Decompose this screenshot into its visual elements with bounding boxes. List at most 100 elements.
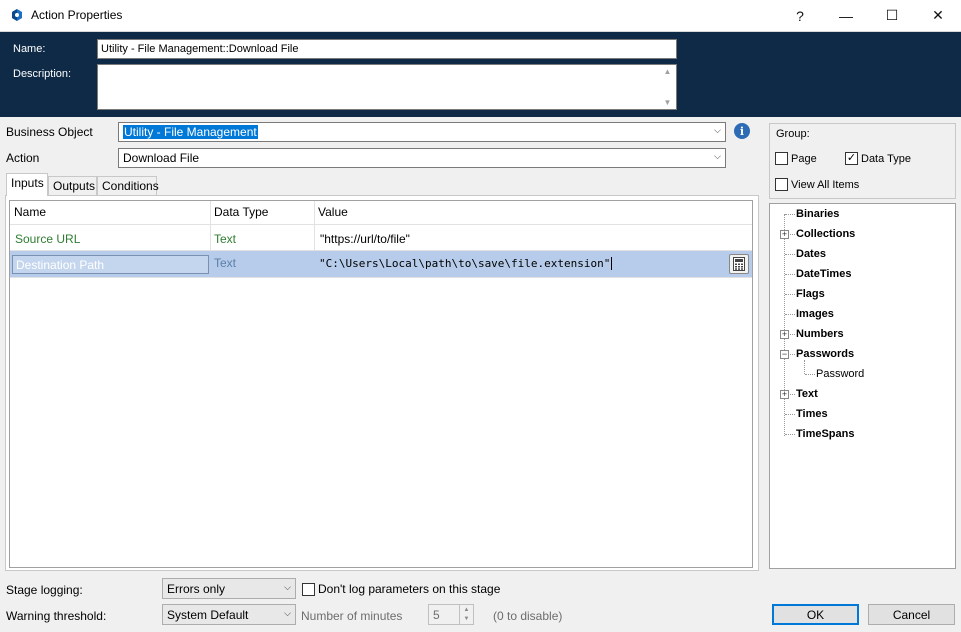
page-checkbox-box[interactable] xyxy=(775,152,788,165)
dont-log-checkbox[interactable]: Don't log parameters on this stage xyxy=(302,582,500,596)
destination-path-data-type[interactable]: Text xyxy=(214,256,236,270)
tab-outputs[interactable]: Outputs xyxy=(48,176,97,195)
minutes-value: 5 xyxy=(433,608,440,622)
action-value: Download File xyxy=(123,151,200,165)
tab-inputs-label: Inputs xyxy=(11,176,44,190)
stepper-down-icon[interactable]: ▼ xyxy=(464,616,470,622)
business-object-value: Utility - File Management xyxy=(123,125,258,139)
tab-inputs[interactable]: Inputs xyxy=(6,173,48,196)
data-type-checkbox-label: Data Type xyxy=(861,152,911,165)
cancel-button[interactable]: Cancel xyxy=(868,604,955,625)
scroll-down-icon[interactable]: ▼ xyxy=(664,98,672,107)
minimize-button[interactable]: — xyxy=(823,0,869,31)
tree-item-password[interactable]: Password xyxy=(816,368,864,380)
close-button[interactable]: ✕ xyxy=(915,0,961,31)
row-divider xyxy=(10,224,752,225)
stepper-arrows[interactable]: ▲ ▼ xyxy=(459,605,473,624)
stage-logging-select[interactable]: Errors only ⌵ xyxy=(162,578,296,599)
chevron-down-icon: ⌵ xyxy=(714,125,721,135)
tree-item-timespans[interactable]: TimeSpans xyxy=(796,428,855,440)
data-type-checkbox[interactable]: ✓ Data Type xyxy=(845,152,911,165)
source-url-data-type[interactable]: Text xyxy=(214,232,236,246)
source-url-name[interactable]: Source URL xyxy=(15,232,80,246)
page-checkbox-label: Page xyxy=(791,152,817,165)
tree-line xyxy=(805,374,815,375)
app-icon xyxy=(12,9,22,21)
column-header-value[interactable]: Value xyxy=(318,205,348,219)
tree-line xyxy=(784,214,785,436)
tree-line xyxy=(790,234,795,235)
tree-item-images[interactable]: Images xyxy=(796,308,834,320)
expand-icon[interactable]: + xyxy=(780,230,789,239)
data-items-tree: Binaries + Collections Dates DateTimes F… xyxy=(769,203,956,569)
destination-path-value[interactable]: "C:\Users\Local\path\to\save\file.extens… xyxy=(319,257,613,270)
tree-line xyxy=(804,360,805,374)
close-icon: ✕ xyxy=(932,7,944,23)
tree-item-times[interactable]: Times xyxy=(796,408,828,420)
stage-logging-value: Errors only xyxy=(167,582,226,596)
tree-line xyxy=(785,314,795,315)
tab-conditions[interactable]: Conditions xyxy=(97,176,159,195)
tree-item-text[interactable]: Text xyxy=(796,388,818,400)
chevron-down-icon: ⌵ xyxy=(284,582,291,592)
tree-item-numbers[interactable]: Numbers xyxy=(796,328,844,340)
disable-hint: (0 to disable) xyxy=(493,609,563,623)
stage-logging-label: Stage logging: xyxy=(6,583,83,597)
view-all-checkbox[interactable]: View All Items xyxy=(775,178,859,191)
expand-icon[interactable]: + xyxy=(780,330,789,339)
expression-editor-button[interactable] xyxy=(729,254,749,274)
scroll-up-icon[interactable]: ▲ xyxy=(664,67,672,76)
warning-threshold-select[interactable]: System Default ⌵ xyxy=(162,604,296,625)
column-header-data-type[interactable]: Data Type xyxy=(214,205,268,219)
dont-log-checkbox-box[interactable] xyxy=(302,582,315,596)
collapse-icon[interactable]: − xyxy=(780,350,789,359)
ok-button[interactable]: OK xyxy=(772,604,859,625)
title-bar: Action Properties ? — ☐ ✕ xyxy=(0,0,961,32)
tree-item-passwords[interactable]: Passwords xyxy=(796,348,854,360)
warning-threshold-label: Warning threshold: xyxy=(6,609,107,623)
dont-log-label: Don't log parameters on this stage xyxy=(318,582,501,596)
business-object-select[interactable]: Utility - File Management ⌵ xyxy=(118,122,726,142)
expand-icon[interactable]: + xyxy=(780,390,789,399)
description-label: Description: xyxy=(13,68,72,80)
source-url-value[interactable]: "https://url/to/file" xyxy=(320,232,410,246)
help-button[interactable]: ? xyxy=(777,0,823,31)
tab-conditions-label: Conditions xyxy=(102,179,159,193)
warning-threshold-value: System Default xyxy=(167,608,249,622)
name-label: Name: xyxy=(13,43,46,55)
business-object-label: Business Object xyxy=(6,125,93,139)
description-scrollbar[interactable]: ▲ ▼ xyxy=(659,65,676,109)
chevron-down-icon: ⌵ xyxy=(714,151,721,161)
chevron-down-icon: ⌵ xyxy=(284,608,291,618)
tree-line xyxy=(785,214,795,215)
tree-item-collections[interactable]: Collections xyxy=(796,228,855,240)
maximize-icon: ☐ xyxy=(885,7,899,23)
minutes-label: Number of minutes xyxy=(301,609,403,623)
data-type-checkbox-box[interactable]: ✓ xyxy=(845,152,858,165)
info-icon[interactable]: i xyxy=(734,123,750,139)
tree-item-flags[interactable]: Flags xyxy=(796,288,825,300)
description-field[interactable]: ▲ ▼ xyxy=(97,64,677,110)
tree-item-binaries[interactable]: Binaries xyxy=(796,208,839,220)
destination-path-name[interactable]: Destination Path xyxy=(12,255,209,274)
tree-line xyxy=(790,354,795,355)
tree-line xyxy=(785,434,795,435)
tree-item-dates[interactable]: Dates xyxy=(796,248,826,260)
view-all-checkbox-box[interactable] xyxy=(775,178,788,191)
tree-line xyxy=(785,294,795,295)
stepper-up-icon[interactable]: ▲ xyxy=(464,607,470,613)
tree-line xyxy=(785,414,795,415)
tree-item-datetimes[interactable]: DateTimes xyxy=(796,268,851,280)
tab-outputs-label: Outputs xyxy=(53,179,96,193)
tree-line xyxy=(790,334,795,335)
name-field[interactable]: Utility - File Management::Download File xyxy=(97,39,677,59)
maximize-button[interactable]: ☐ xyxy=(869,0,915,31)
column-header-name[interactable]: Name xyxy=(14,205,46,219)
action-label: Action xyxy=(6,151,40,165)
group-panel: Group: Page ✓ Data Type View All Items xyxy=(769,123,956,199)
minutes-stepper[interactable]: 5 ▲ ▼ xyxy=(428,604,474,625)
page-checkbox[interactable]: Page xyxy=(775,152,817,165)
action-select[interactable]: Download File ⌵ xyxy=(118,148,726,168)
view-all-checkbox-label: View All Items xyxy=(791,178,860,191)
minimize-icon: — xyxy=(839,7,853,24)
